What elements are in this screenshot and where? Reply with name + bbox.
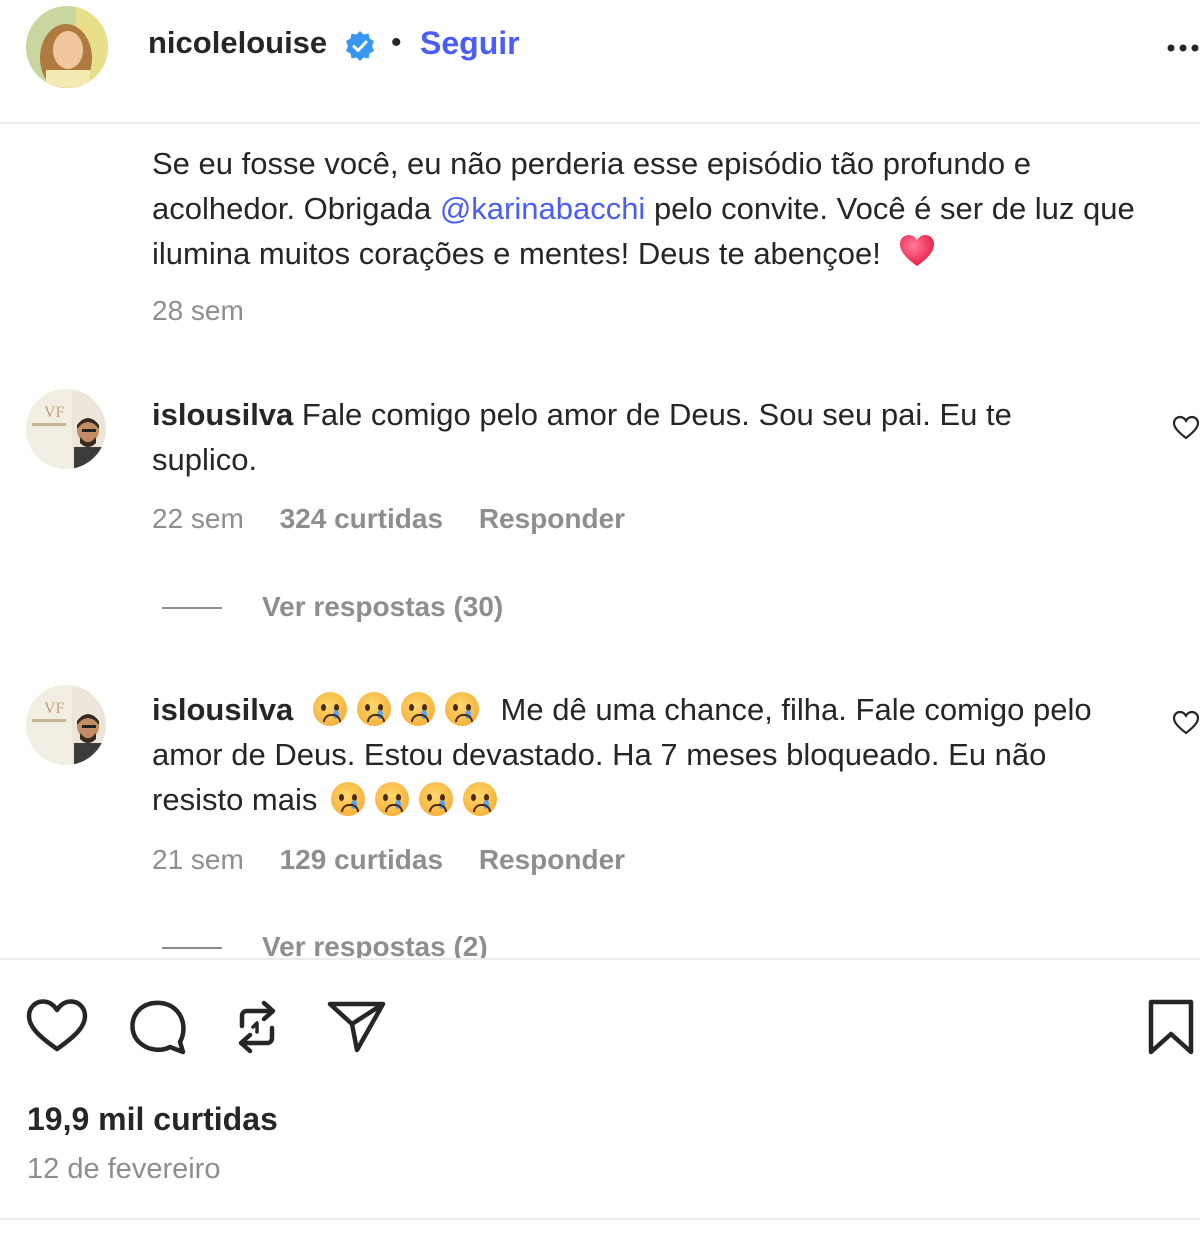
comment-like-heart-icon[interactable] — [1172, 414, 1200, 442]
share-send-icon[interactable] — [326, 998, 388, 1054]
crying-face-emoji — [419, 782, 453, 816]
repost-icon[interactable] — [228, 998, 286, 1056]
crying-face-emoji — [312, 692, 347, 726]
comments-divider — [0, 958, 1200, 960]
crying-face-emoji-group — [308, 692, 484, 727]
comment-likes-count[interactable]: 129 curtidas — [280, 844, 443, 875]
comment-body: Me dê uma chance, filha. Fale comigo pel… — [152, 692, 1092, 817]
footer-divider — [0, 1218, 1200, 1220]
crying-face-emoji — [356, 692, 391, 726]
reply-button[interactable]: Responder — [479, 503, 625, 534]
comment-text: islousilva Me dê uma chance, filha. Fale… — [152, 687, 1122, 822]
comment-username[interactable]: islousilva — [152, 692, 293, 727]
comment-timestamp[interactable]: 22 sem — [152, 503, 244, 534]
comment-meta: 21 sem 129 curtidas Responder — [152, 844, 625, 876]
replies-divider-line — [162, 947, 222, 949]
post-likes-count[interactable]: 19,9 mil curtidas — [27, 1101, 278, 1138]
comment-meta: 22 sem 324 curtidas Responder — [152, 503, 625, 535]
crying-face-emoji — [444, 692, 479, 726]
replies-divider-line — [162, 607, 222, 609]
caption-text: Se eu fosse você, eu não perderia esse e… — [152, 141, 1152, 276]
author-username[interactable]: nicolelouise — [148, 25, 327, 61]
comment-username[interactable]: islousilva — [152, 397, 293, 432]
post-date[interactable]: 12 de fevereiro — [27, 1153, 220, 1186]
more-dots-icon[interactable] — [1166, 38, 1200, 58]
view-replies-button[interactable]: Ver respostas (30) — [262, 591, 503, 623]
follow-button[interactable]: Seguir — [420, 25, 520, 62]
commenter-avatar[interactable]: VF — [26, 685, 106, 765]
comment-like-heart-icon[interactable] — [1172, 709, 1200, 737]
reply-button[interactable]: Responder — [479, 844, 625, 875]
crying-face-emoji — [463, 782, 497, 816]
svg-text:VF: VF — [44, 700, 65, 717]
comment-text: islousilva Fale comigo pelo amor de Deus… — [152, 392, 1112, 482]
author-avatar[interactable] — [26, 6, 108, 88]
comment-bubble-icon[interactable] — [128, 998, 188, 1056]
comment-likes-count[interactable]: 324 curtidas — [280, 503, 443, 534]
heart-emoji-icon — [898, 232, 936, 270]
crying-face-emoji — [400, 692, 435, 726]
crying-face-emoji — [331, 782, 365, 816]
crying-face-emoji — [375, 782, 409, 816]
verified-badge-icon — [344, 30, 376, 62]
header-separator: • — [391, 26, 402, 59]
caption-timestamp[interactable]: 28 sem — [152, 295, 244, 327]
like-heart-icon[interactable] — [26, 998, 88, 1054]
bookmark-icon[interactable] — [1146, 998, 1196, 1056]
commenter-avatar[interactable]: VF — [26, 389, 106, 469]
view-replies-button[interactable]: Ver respostas (2) — [262, 931, 488, 958]
caption-mention-link[interactable]: @karinabacchi — [440, 191, 646, 226]
header-divider — [0, 122, 1200, 124]
svg-text:VF: VF — [44, 404, 65, 421]
comment-timestamp[interactable]: 21 sem — [152, 844, 244, 875]
replies-clip-region: Ver respostas (2) — [0, 920, 1200, 958]
crying-face-emoji-group — [326, 782, 502, 817]
